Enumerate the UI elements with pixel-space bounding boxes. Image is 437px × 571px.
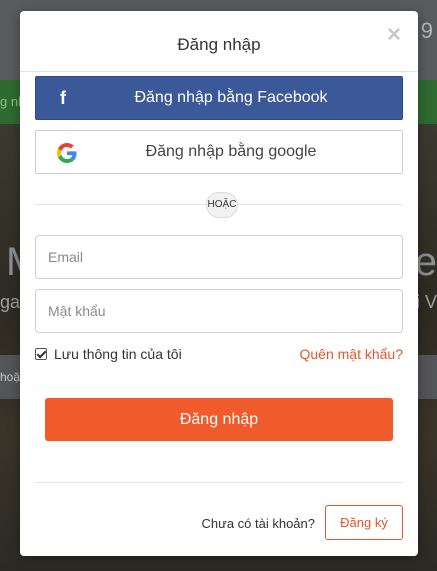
login-modal: Đăng nhập × f Đăng nhập bằng Facebook Đă… [20,11,418,556]
password-input[interactable] [35,289,403,333]
modal-title: Đăng nhập [177,35,261,54]
email-input[interactable] [35,235,403,279]
login-button[interactable]: Đăng nhập [45,398,393,441]
google-login-button[interactable]: Đăng nhập bằng google [35,130,403,174]
forgot-password-link[interactable]: Quên mật khẩu? [299,346,403,362]
or-badge: HOẶC [206,192,238,218]
remember-label: Lưu thông tin của tôi [54,346,182,362]
no-account-text: Chưa có tài khoản? [201,516,316,531]
footer-divider [35,482,403,483]
google-login-label: Đăng nhập bằng google [145,143,317,160]
close-icon[interactable]: × [384,23,404,47]
background-corner-text: 9 [420,18,433,43]
facebook-login-button[interactable]: f Đăng nhập bằng Facebook [35,76,403,120]
remember-me[interactable]: Lưu thông tin của tôi [35,345,182,363]
title-divider [20,71,418,72]
remember-checkbox[interactable] [35,348,47,360]
background-search-text: hoặ [0,370,21,384]
facebook-login-label: Đăng nhập bằng Facebook [134,89,328,106]
register-button[interactable]: Đăng ký [325,505,403,540]
background-hero-subtext-right: i V [415,292,437,312]
